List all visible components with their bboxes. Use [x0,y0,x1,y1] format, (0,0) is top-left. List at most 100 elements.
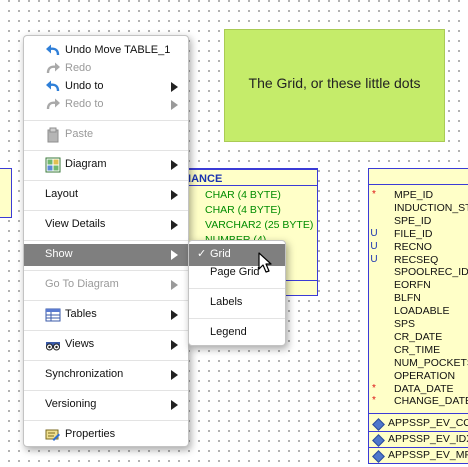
menu-separator [24,210,188,211]
table-right-header [369,169,468,184]
menu-item-label: Go To Diagram [45,278,119,290]
key-name: APPSSP_EV_MPID [388,449,468,461]
mandatory-flag: * [372,189,376,200]
undo-icon [46,80,60,92]
menu-separator [24,150,188,151]
menu-item-show[interactable]: Show [24,244,188,266]
menu-item-label: Diagram [65,158,107,170]
column-name: CHANGE_DATE [394,395,468,408]
submenu-arrow-icon [171,400,178,410]
key-icon [372,450,385,463]
table-icon [45,308,61,322]
submenu-arrow-icon [171,250,178,260]
menu-item-layout[interactable]: Layout [24,184,188,206]
key-name: APPSSP_EV_CON_ [388,417,468,429]
submenu-arrow-icon [171,280,178,290]
mandatory-flag: * [372,382,376,394]
menu-item-label: Synchronization [45,368,124,380]
mouse-cursor-icon [258,252,272,273]
menu-item-label: Tables [65,308,97,320]
menu-item-label: Versioning [45,398,97,410]
checkmark-icon: ✓ [197,248,207,260]
table-right-divider [369,413,468,414]
submenu-arrow-icon [171,340,178,350]
column-name: BLFN [394,292,421,305]
menu-item-label: Views [65,338,95,350]
menu-item-go-to-diagram[interactable]: Go To Diagram [24,274,188,296]
menu-item-label: Layout [45,188,79,200]
note-text: The Grid, or these little dots [248,75,421,91]
menu-item-label: Properties [65,428,116,440]
submenu-arrow-icon [171,310,178,320]
submenu-item-legend[interactable]: Legend [189,322,285,344]
column-name: CR_DATE [394,330,443,343]
menu-item-synchronization[interactable]: Synchronization [24,364,188,386]
menu-item-label: Redo to [65,98,104,110]
redo-icon [46,98,60,110]
submenu-arrow-icon [171,100,178,110]
submenu-item-label: Page Grid [210,266,260,278]
diagram-icon [45,157,61,173]
table-middle-header-bar [171,169,317,170]
key-icon [372,434,385,447]
table-left-stub[interactable] [0,168,12,218]
menu-separator [24,330,188,331]
menu-item-properties[interactable]: Properties [24,424,188,446]
key-icon [372,418,385,431]
properties-icon [45,429,60,441]
column-name: LOADABLE [394,305,450,318]
menu-item-label: View Details [45,218,106,230]
redo-icon [46,62,60,74]
menu-item-label: Undo to [65,80,104,92]
menu-item-diagram[interactable]: Diagram [24,154,188,176]
table-right[interactable]: * MPE_IDINDUCTION_STASPE_ID U FILE_ID U RECNO… [368,168,468,464]
paste-icon [47,127,59,143]
table-middle-divider [171,185,317,186]
submenu-item-label: Legend [210,326,247,338]
key-name: APPSSP_EV_IDX_F [388,433,468,445]
submenu-arrow-icon [171,370,178,380]
submenu-item-labels[interactable]: Labels [189,292,285,314]
column-name: EORFN [394,279,431,292]
column-name: FILE_ID [394,227,433,240]
submenu-arrow-icon [171,220,178,230]
unique-flag: U [370,253,378,265]
submenu-arrow-icon [171,160,178,170]
submenu-arrow-icon [171,190,178,200]
views-icon [46,342,60,351]
key-divider [369,431,468,432]
column-name: OPERATION [394,369,456,382]
column-name: NUM_POCKETS [394,356,468,369]
column-type: CHAR (4 BYTE) [205,204,281,216]
column-name: CR_TIME [394,343,441,356]
menu-separator [24,270,188,271]
menu-separator [24,360,188,361]
column-name: RECNO [394,240,432,253]
mandatory-flag: * [372,395,376,407]
menu-item-view-details[interactable]: View Details [24,214,188,236]
column-name: SPOOLREC_ID [394,266,468,279]
table-right-divider [369,184,468,185]
menu-item-label: Paste [65,128,94,140]
menu-separator [24,420,188,421]
unique-flag: U [370,227,378,239]
submenu-item-label: Labels [210,296,243,308]
menu-item-versioning[interactable]: Versioning [24,394,188,416]
context-menu: Undo Move TABLE_1 Redo Undo to Redo to P… [23,35,189,447]
menu-separator [24,390,188,391]
menu-item-label: Redo [65,62,92,74]
unique-flag: U [370,240,378,252]
menu-item-paste[interactable]: Paste [24,124,188,146]
undo-icon [46,44,60,56]
column-type: VARCHAR2 (25 BYTE) [205,219,314,231]
menu-separator [24,300,188,301]
column-name: SPE_ID [394,214,432,227]
column-name: SPS [394,318,416,330]
menu-item-redo-to[interactable]: Redo to [24,94,188,116]
menu-item-views[interactable]: Views [24,334,188,356]
menu-item-label: Undo Move TABLE_1 [65,44,171,56]
submenu-arrow-icon [171,82,178,92]
menu-separator [189,318,285,319]
menu-item-tables[interactable]: Tables [24,304,188,326]
menu-separator [24,180,188,181]
